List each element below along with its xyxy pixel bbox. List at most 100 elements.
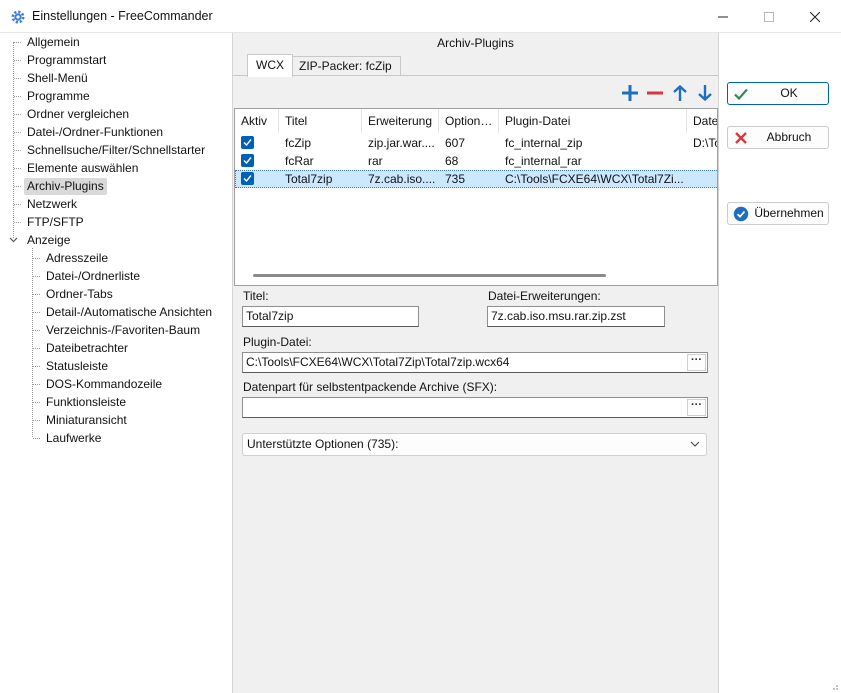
tab-zip-packer[interactable]: ZIP-Packer: fcZip bbox=[290, 56, 401, 76]
column-header-optionen[interactable]: Option… bbox=[439, 109, 499, 133]
ok-label: OK bbox=[780, 86, 798, 100]
checkbox[interactable] bbox=[241, 154, 254, 167]
cancel-label: Abbruch bbox=[766, 130, 812, 144]
cancel-button[interactable]: Abbruch bbox=[727, 126, 829, 149]
chevron-down-icon bbox=[690, 434, 700, 463]
extensions-field[interactable]: 7z.cab.iso.msu.rar.zip.zst bbox=[487, 306, 665, 327]
ok-button[interactable]: OK bbox=[727, 82, 829, 105]
cell-title: fcRar bbox=[285, 154, 314, 168]
tree-item-laufwerke[interactable]: Laufwerke bbox=[43, 430, 104, 447]
move-up-button[interactable] bbox=[670, 83, 690, 103]
tree-connector bbox=[14, 222, 21, 223]
column-header-datei[interactable]: Date bbox=[687, 109, 717, 133]
tree-item-adresszeile[interactable]: Adresszeile bbox=[43, 250, 111, 267]
tree-connector bbox=[33, 438, 40, 439]
close-button[interactable] bbox=[792, 0, 838, 33]
plugin-file-field[interactable]: C:\Tools\FCXE64\WCX\Total7Zip\Total7zip.… bbox=[242, 352, 708, 373]
tree-connector bbox=[33, 366, 40, 367]
tree-connector bbox=[14, 204, 21, 205]
minimize-button[interactable] bbox=[700, 0, 746, 33]
tree-item-shell-menu[interactable]: Shell-Menü bbox=[24, 70, 91, 87]
tree-connector bbox=[33, 276, 40, 277]
tab-wcx[interactable]: WCX bbox=[247, 54, 293, 77]
tree-item-ordner-vergleichen[interactable]: Ordner vergleichen bbox=[24, 106, 132, 123]
table-row-selected[interactable]: Total7zip 7z.cab.iso.... 735 C:\Tools\FC… bbox=[235, 170, 717, 188]
tree-item-dos-kommandozeile[interactable]: DOS-Kommandozeile bbox=[43, 376, 165, 393]
title-field[interactable]: Total7zip bbox=[242, 306, 419, 327]
tree-connector bbox=[33, 294, 40, 295]
maximize-icon bbox=[764, 11, 774, 22]
settings-tree: Allgemein Programmstart Shell-Menü Progr… bbox=[4, 34, 232, 690]
close-icon bbox=[810, 11, 820, 22]
resize-grip-icon[interactable] bbox=[829, 681, 839, 691]
horizontal-scrollbar[interactable] bbox=[253, 274, 606, 277]
tree-item-verzeichnis-baum[interactable]: Verzeichnis-/Favoriten-Baum bbox=[43, 322, 203, 339]
table-row[interactable]: fcRar rar 68 fc_internal_rar bbox=[235, 152, 717, 170]
column-header-aktiv[interactable]: Aktiv bbox=[235, 109, 279, 133]
apply-button[interactable]: Übernehmen bbox=[727, 202, 829, 225]
x-icon bbox=[735, 132, 747, 144]
archive-plugins-page: Archiv-Plugins WCX ZIP-Packer: fcZip Akt… bbox=[233, 33, 718, 693]
chevron-down-icon[interactable] bbox=[8, 234, 18, 244]
tree-item-elemente-auswaehlen[interactable]: Elemente auswählen bbox=[24, 160, 141, 177]
tree-item-statusleiste[interactable]: Statusleiste bbox=[43, 358, 111, 375]
tree-item-ordner-tabs[interactable]: Ordner-Tabs bbox=[43, 286, 116, 303]
checkbox[interactable] bbox=[241, 136, 254, 149]
cell-extension: 7z.cab.iso.... bbox=[368, 172, 436, 186]
tree-item-anzeige[interactable]: Anzeige bbox=[24, 232, 73, 249]
list-header: Aktiv Titel Erweiterung Option… Plugin-D… bbox=[235, 109, 717, 133]
tree-item-ftp-sftp[interactable]: FTP/SFTP bbox=[24, 214, 87, 231]
tree-connector bbox=[33, 258, 40, 259]
arrow-down-icon bbox=[698, 85, 712, 101]
tree-item-funktionsleiste[interactable]: Funktionsleiste bbox=[43, 394, 129, 411]
column-header-titel[interactable]: Titel bbox=[279, 109, 362, 133]
cell-plugin-file: C:\Tools\FCXE64\WCX\Total7Zi... bbox=[505, 172, 684, 186]
remove-plugin-button[interactable] bbox=[645, 83, 665, 103]
add-plugin-button[interactable] bbox=[620, 83, 640, 103]
browse-plugin-button[interactable]: ··· bbox=[687, 354, 706, 371]
supported-options-dropdown[interactable]: Unterstützte Optionen (735): bbox=[242, 433, 707, 456]
tree-item-datei-ordner-funktionen[interactable]: Datei-/Ordner-Funktionen bbox=[24, 124, 166, 141]
cell-plugin-file: fc_internal_rar bbox=[505, 154, 582, 168]
tree-item-dateibetrachter[interactable]: Dateibetrachter bbox=[43, 340, 131, 357]
tree-connector bbox=[14, 60, 21, 61]
maximize-button[interactable] bbox=[746, 0, 792, 33]
column-header-plugin-datei[interactable]: Plugin-Datei bbox=[499, 109, 687, 133]
tree-item-programmstart[interactable]: Programmstart bbox=[24, 52, 109, 69]
tree-connector bbox=[33, 312, 40, 313]
sfx-field[interactable]: ··· bbox=[242, 397, 708, 418]
divider bbox=[718, 33, 719, 693]
tree-connector bbox=[33, 330, 40, 331]
sfx-label: Datenpart für selbstentpackende Archive … bbox=[243, 380, 498, 394]
tab-strip: WCX ZIP-Packer: fcZip bbox=[233, 54, 718, 77]
checkbox[interactable] bbox=[241, 172, 254, 185]
cell-options: 607 bbox=[445, 136, 466, 150]
tree-guide-root bbox=[13, 42, 14, 238]
tree-item-datei-ordnerliste[interactable]: Datei-/Ordnerliste bbox=[43, 268, 143, 285]
check-circle-icon bbox=[733, 206, 749, 222]
minimize-icon bbox=[718, 16, 728, 17]
supported-options-label: Unterstützte Optionen (735): bbox=[247, 437, 399, 451]
browse-sfx-button[interactable]: ··· bbox=[687, 399, 706, 416]
cell-extension: rar bbox=[368, 154, 383, 168]
tree-item-archiv-plugins[interactable]: Archiv-Plugins bbox=[24, 178, 107, 195]
tree-connector bbox=[33, 384, 40, 385]
tree-item-netzwerk[interactable]: Netzwerk bbox=[24, 196, 80, 213]
tree-item-programme[interactable]: Programme bbox=[24, 88, 93, 105]
tab-divider bbox=[233, 75, 718, 76]
tree-item-detail-ansichten[interactable]: Detail-/Automatische Ansichten bbox=[43, 304, 215, 321]
tree-item-allgemein[interactable]: Allgemein bbox=[24, 34, 83, 51]
title-label: Titel: bbox=[243, 289, 269, 303]
tree-connector bbox=[14, 96, 21, 97]
move-down-button[interactable] bbox=[695, 83, 715, 103]
tree-connector bbox=[33, 420, 40, 421]
cell-title: fcZip bbox=[285, 136, 312, 150]
tree-item-schnellsuche[interactable]: Schnellsuche/Filter/Schnellstarter bbox=[24, 142, 208, 159]
table-row[interactable]: fcZip zip.jar.war.... 607 fc_internal_zi… bbox=[235, 134, 717, 152]
cell-extension: zip.jar.war.... bbox=[368, 136, 435, 150]
tree-connector bbox=[14, 168, 21, 169]
plugin-list[interactable]: Aktiv Titel Erweiterung Option… Plugin-D… bbox=[234, 108, 718, 286]
cell-plugin-file: fc_internal_zip bbox=[505, 136, 583, 150]
column-header-erweiterung[interactable]: Erweiterung bbox=[362, 109, 439, 133]
tree-item-miniaturansicht[interactable]: Miniaturansicht bbox=[43, 412, 130, 429]
